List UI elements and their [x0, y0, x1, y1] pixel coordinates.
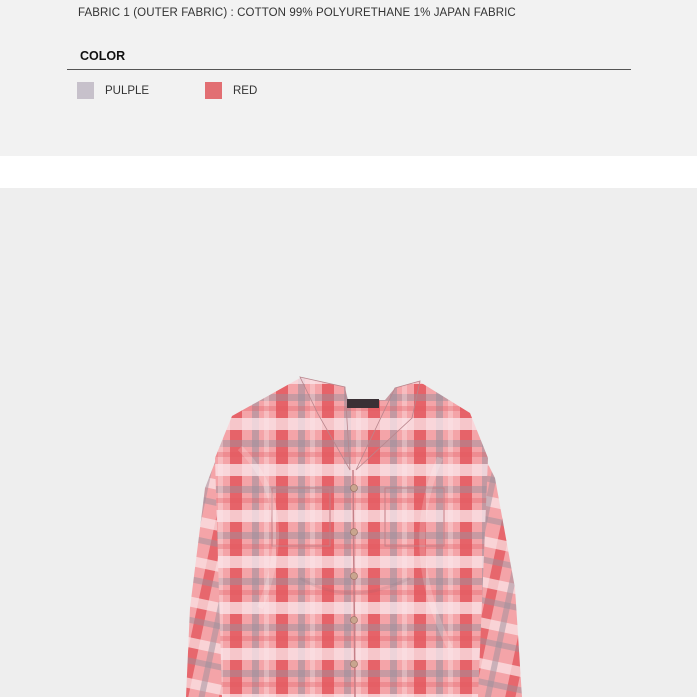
shirt-button — [350, 616, 358, 624]
shirt-illustration — [186, 376, 522, 697]
shirt-button — [350, 660, 358, 668]
section-separator — [0, 156, 697, 188]
product-photo — [0, 188, 697, 697]
product-details-panel: FABRIC 1 (OUTER FABRIC) : COTTON 99% POL… — [0, 0, 697, 156]
color-option-label: RED — [233, 84, 258, 97]
shirt-button — [350, 484, 358, 492]
fabric-composition: FABRIC 1 (OUTER FABRIC) : COTTON 99% POL… — [78, 7, 516, 19]
collar-label — [347, 399, 379, 408]
shirt-button — [350, 572, 358, 580]
color-option-red[interactable]: RED — [205, 81, 257, 100]
color-heading: COLOR — [80, 49, 126, 63]
red-swatch — [205, 82, 222, 99]
color-option-label: PULPLE — [105, 84, 150, 97]
color-option-purple[interactable]: PULPLE — [77, 81, 149, 100]
purple-swatch — [77, 82, 94, 99]
shirt-button — [350, 528, 358, 536]
color-divider — [67, 69, 631, 70]
shirt-body — [215, 378, 488, 697]
